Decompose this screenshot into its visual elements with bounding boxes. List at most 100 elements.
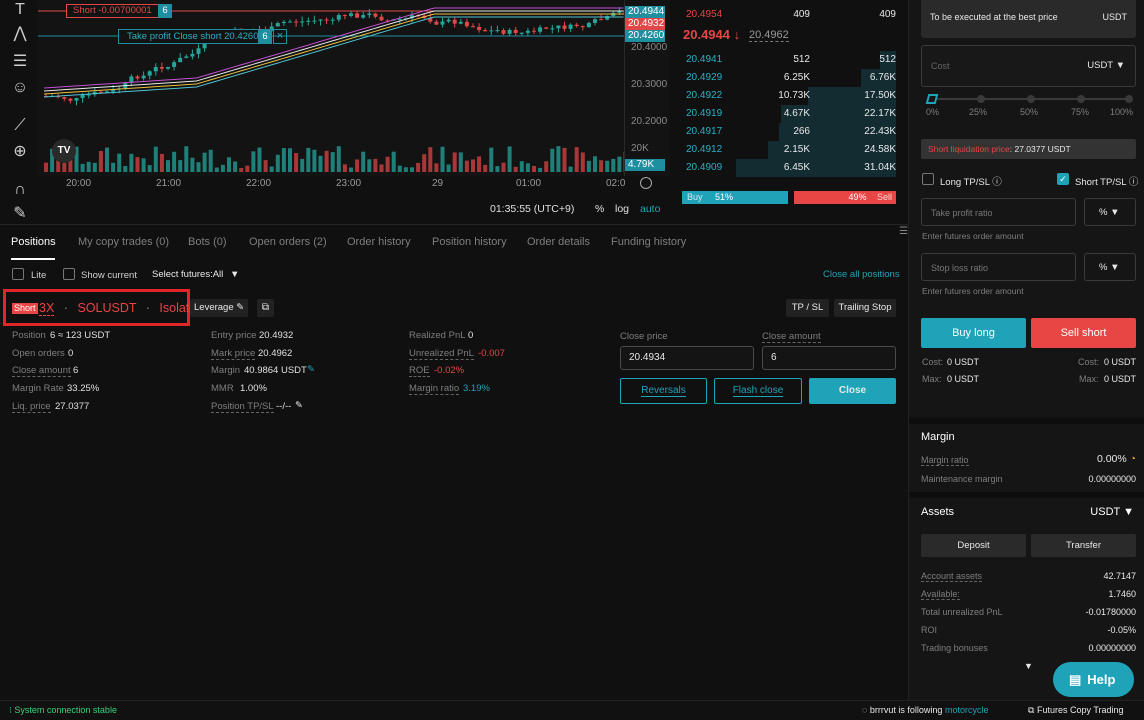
volume-axis-label: 20K	[631, 143, 649, 154]
leverage-button[interactable]: Leverage ✎	[190, 299, 249, 317]
tab-funding-history[interactable]: Funding history	[611, 236, 686, 248]
tab-order-details[interactable]: Order details	[527, 236, 590, 248]
order-panel: To be executed at the best price USDT Co…	[908, 0, 1144, 700]
maintenance-margin-value: 0.00000000	[1088, 474, 1136, 484]
short-order-line-label[interactable]: Short -0.00700001	[66, 4, 159, 18]
close-all-positions-link[interactable]: Close all positions	[823, 269, 900, 280]
edit-margin-icon[interactable]: ✎	[307, 364, 315, 375]
deposit-button[interactable]: Deposit	[921, 534, 1026, 557]
tab-position-history[interactable]: Position history	[432, 236, 507, 248]
transfer-button[interactable]: Transfer	[1031, 534, 1136, 557]
candle-body	[550, 28, 555, 30]
short-tpsl-checkbox[interactable]: ✓	[1057, 173, 1069, 185]
text-tool-icon[interactable]: T	[8, 0, 32, 20]
chart-settings-icon[interactable]	[640, 177, 652, 189]
pattern-tool-icon[interactable]: ⋀	[8, 24, 32, 44]
candle-body	[379, 16, 384, 21]
margin-label: Margin	[211, 365, 241, 376]
close-price-input[interactable]: 20.4934	[620, 346, 754, 370]
best-price-field[interactable]: To be executed at the best price USDT	[921, 0, 1136, 38]
caret-down-icon: ▼	[229, 269, 240, 280]
candle-body	[519, 32, 524, 34]
long-tpsl-checkbox[interactable]	[922, 173, 934, 185]
candle-body	[324, 19, 329, 21]
volume-bar	[153, 146, 158, 172]
reversals-button[interactable]: Reversals	[620, 378, 707, 404]
panel-menu-icon[interactable]: ☰	[899, 226, 908, 237]
help-button[interactable]: ▤ Help	[1053, 662, 1134, 697]
tab-open-orders[interactable]: Open orders (2)	[249, 236, 327, 248]
volume-bar	[367, 159, 372, 172]
show-current-checkbox[interactable]	[63, 268, 75, 280]
show-current-label: Show current	[81, 270, 137, 281]
tab-my-copy-trades[interactable]: My copy trades (0)	[78, 236, 169, 248]
time-label: 21:00	[156, 178, 182, 189]
stop-loss-input[interactable]: Stop loss ratio	[921, 253, 1076, 281]
pencil-lock-icon[interactable]: ✎	[8, 204, 32, 224]
take-profit-line-label[interactable]: Take profit Close short 20.4260	[118, 29, 268, 44]
cost-input[interactable]: Cost USDT ▼	[921, 45, 1136, 87]
trailing-stop-button[interactable]: Trailing Stop	[834, 299, 896, 317]
available-value: 1.7460	[1108, 589, 1136, 599]
candle-body	[196, 48, 201, 54]
take-profit-input[interactable]: Take profit ratio	[921, 198, 1076, 226]
buy-label: Buy	[687, 192, 703, 202]
tradingview-logo[interactable]: TV	[52, 139, 76, 163]
followed-user-link[interactable]: motorcycle	[945, 705, 989, 715]
zoom-in-icon[interactable]: ⊕	[8, 142, 32, 162]
take-profit-cancel-button[interactable]: ×	[273, 29, 287, 44]
assets-currency-dropdown[interactable]: USDT ▼	[1090, 506, 1134, 518]
sell-short-button[interactable]: Sell short	[1031, 318, 1136, 348]
log-toggle[interactable]: log	[615, 203, 629, 215]
tab-positions[interactable]: Positions	[11, 236, 56, 248]
volume-bar	[245, 165, 250, 172]
tab-bots[interactable]: Bots (0)	[188, 236, 227, 248]
prediction-tool-icon[interactable]: ☰	[8, 52, 32, 72]
tp-unit-dropdown[interactable]: % ▼	[1084, 198, 1136, 226]
expand-caret-icon[interactable]: ▼	[1024, 661, 1033, 671]
slider-handle[interactable]	[925, 94, 939, 104]
position-label: Position	[12, 330, 46, 341]
share-icon[interactable]: ⧉	[257, 299, 274, 317]
emoji-icon[interactable]: ☺	[8, 78, 32, 98]
ruler-icon[interactable]: ⟋	[8, 116, 32, 136]
price-axis[interactable]: 20.4000 20.3000 20.2000 20.4944 20.4932 …	[624, 0, 670, 176]
candle-body	[373, 13, 378, 17]
edit-tpsl-icon[interactable]: ✎	[295, 400, 303, 411]
amount-slider[interactable]	[925, 94, 1133, 104]
volume-bar	[214, 167, 219, 172]
tp-sl-button[interactable]: TP / SL	[786, 299, 829, 317]
candle-body	[141, 75, 146, 79]
futures-copy-trading-link[interactable]: ⧉ Futures Copy Trading	[1028, 705, 1124, 716]
orderbook-bid-row[interactable]: 20.4909 6.45K 31.04K	[686, 159, 896, 180]
tab-order-history[interactable]: Order history	[347, 236, 411, 248]
volume-bar	[586, 160, 591, 172]
candle-body	[166, 66, 170, 69]
percent-toggle[interactable]: %	[595, 203, 604, 215]
price-chart[interactable]: Short -0.00700001 6 Take profit Close sh…	[38, 0, 624, 176]
volume-bar	[117, 153, 122, 172]
bid-price: 20.4917	[686, 126, 723, 137]
cost-unit-dropdown[interactable]: USDT ▼	[1087, 60, 1125, 71]
volume-bar	[422, 154, 427, 172]
price-tag-entry: 20.4932	[625, 18, 665, 30]
long-tpsl-label: Long TP/SL ⓘ	[940, 177, 1002, 188]
candle-body	[599, 19, 604, 21]
flash-close-button[interactable]: Flash close	[714, 378, 802, 404]
orderbook-ask-row[interactable]: 20.4954 409 409	[686, 9, 896, 27]
close-amount-input[interactable]: 6	[762, 346, 896, 370]
sl-unit-dropdown[interactable]: % ▼	[1084, 253, 1136, 281]
lite-checkbox[interactable]	[12, 268, 24, 280]
volume-bar	[349, 167, 353, 172]
buy-long-button[interactable]: Buy long	[921, 318, 1026, 348]
volume-bar	[574, 147, 579, 172]
close-position-button[interactable]: Close	[809, 378, 896, 404]
chat-icon: ▤	[1069, 672, 1082, 687]
select-futures-dropdown[interactable]: Select futures:All ▼	[152, 269, 239, 280]
magnet-icon[interactable]: ∩	[8, 180, 32, 200]
candle-body	[446, 19, 451, 22]
open-orders-value: 0	[68, 348, 74, 359]
volume-bar	[477, 156, 482, 172]
auto-toggle[interactable]: auto	[640, 203, 660, 215]
candle-body	[586, 22, 591, 28]
